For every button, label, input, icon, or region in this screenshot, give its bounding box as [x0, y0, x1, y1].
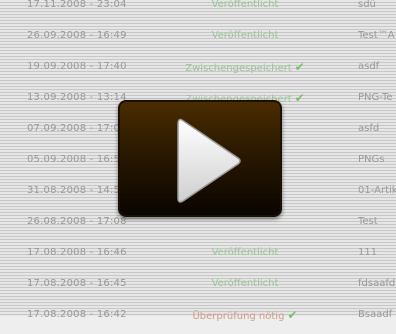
- row-date: 07.09.2008 - 17:05: [27, 123, 127, 134]
- row-status: Veröffentlicht: [211, 30, 279, 41]
- row-title[interactable]: PNGs: [358, 148, 384, 172]
- table-row[interactable]: 17.08.2008 - 16:46 Veröffentlicht 111: [0, 241, 396, 272]
- check-icon: ✔: [294, 91, 305, 105]
- table-row[interactable]: 19.09.2008 - 17:40 Zwischengespeichert ✔ …: [0, 55, 396, 86]
- row-date: 26.08.2008 - 17:08: [27, 216, 127, 227]
- row-status: Veröffentlicht: [211, 278, 279, 289]
- row-date: 13.09.2008 - 13:14: [27, 92, 127, 103]
- row-title[interactable]: Test: [358, 210, 378, 234]
- row-title[interactable]: PNG-Te: [358, 86, 393, 110]
- row-title[interactable]: fdsaafd: [358, 272, 395, 296]
- row-date: 17.08.2008 - 16:46: [27, 247, 127, 258]
- row-status: Zwischengespeichert✔: [185, 60, 305, 74]
- check-icon: ✔: [294, 60, 305, 74]
- row-title[interactable]: asfd: [358, 117, 379, 141]
- row-title[interactable]: sdü: [358, 0, 376, 17]
- row-title[interactable]: Bsaadf: [358, 303, 392, 327]
- row-title[interactable]: 01-Artik: [358, 179, 396, 203]
- row-date: 31.08.2008 - 14:52: [27, 185, 127, 196]
- table-row[interactable]: 17.08.2008 - 16:45 Veröffentlicht fdsaaf…: [0, 272, 396, 303]
- table-row[interactable]: 17.08.2008 - 16:42 Überprüfung nötig ✔ Bs…: [0, 303, 396, 334]
- row-date: 17.08.2008 - 16:45: [27, 278, 127, 289]
- row-title[interactable]: 111: [358, 241, 377, 265]
- row-date: 17.11.2008 - 23:04: [27, 0, 127, 10]
- table-row[interactable]: 26.09.2008 - 16:49 Veröffentlicht Test™A: [0, 24, 396, 55]
- row-title[interactable]: asdf: [358, 55, 379, 79]
- row-date: 19.09.2008 - 17:40: [27, 61, 127, 72]
- row-status: Überprüfung nötig ✔: [192, 308, 298, 322]
- check-icon: ✔: [287, 308, 298, 322]
- row-status: Veröffentlicht: [211, 0, 279, 10]
- row-date: 26.09.2008 - 16:49: [27, 30, 127, 41]
- video-play-button[interactable]: [118, 100, 282, 217]
- row-title[interactable]: Test™A: [358, 24, 395, 48]
- row-date: 17.08.2008 - 16:42: [27, 309, 127, 320]
- play-icon: [177, 118, 241, 203]
- row-status: Veröffentlicht: [211, 247, 279, 258]
- table-row[interactable]: 17.11.2008 - 23:04 Veröffentlicht sdü: [0, 0, 396, 24]
- row-date: 05.09.2008 - 16:50: [27, 154, 127, 165]
